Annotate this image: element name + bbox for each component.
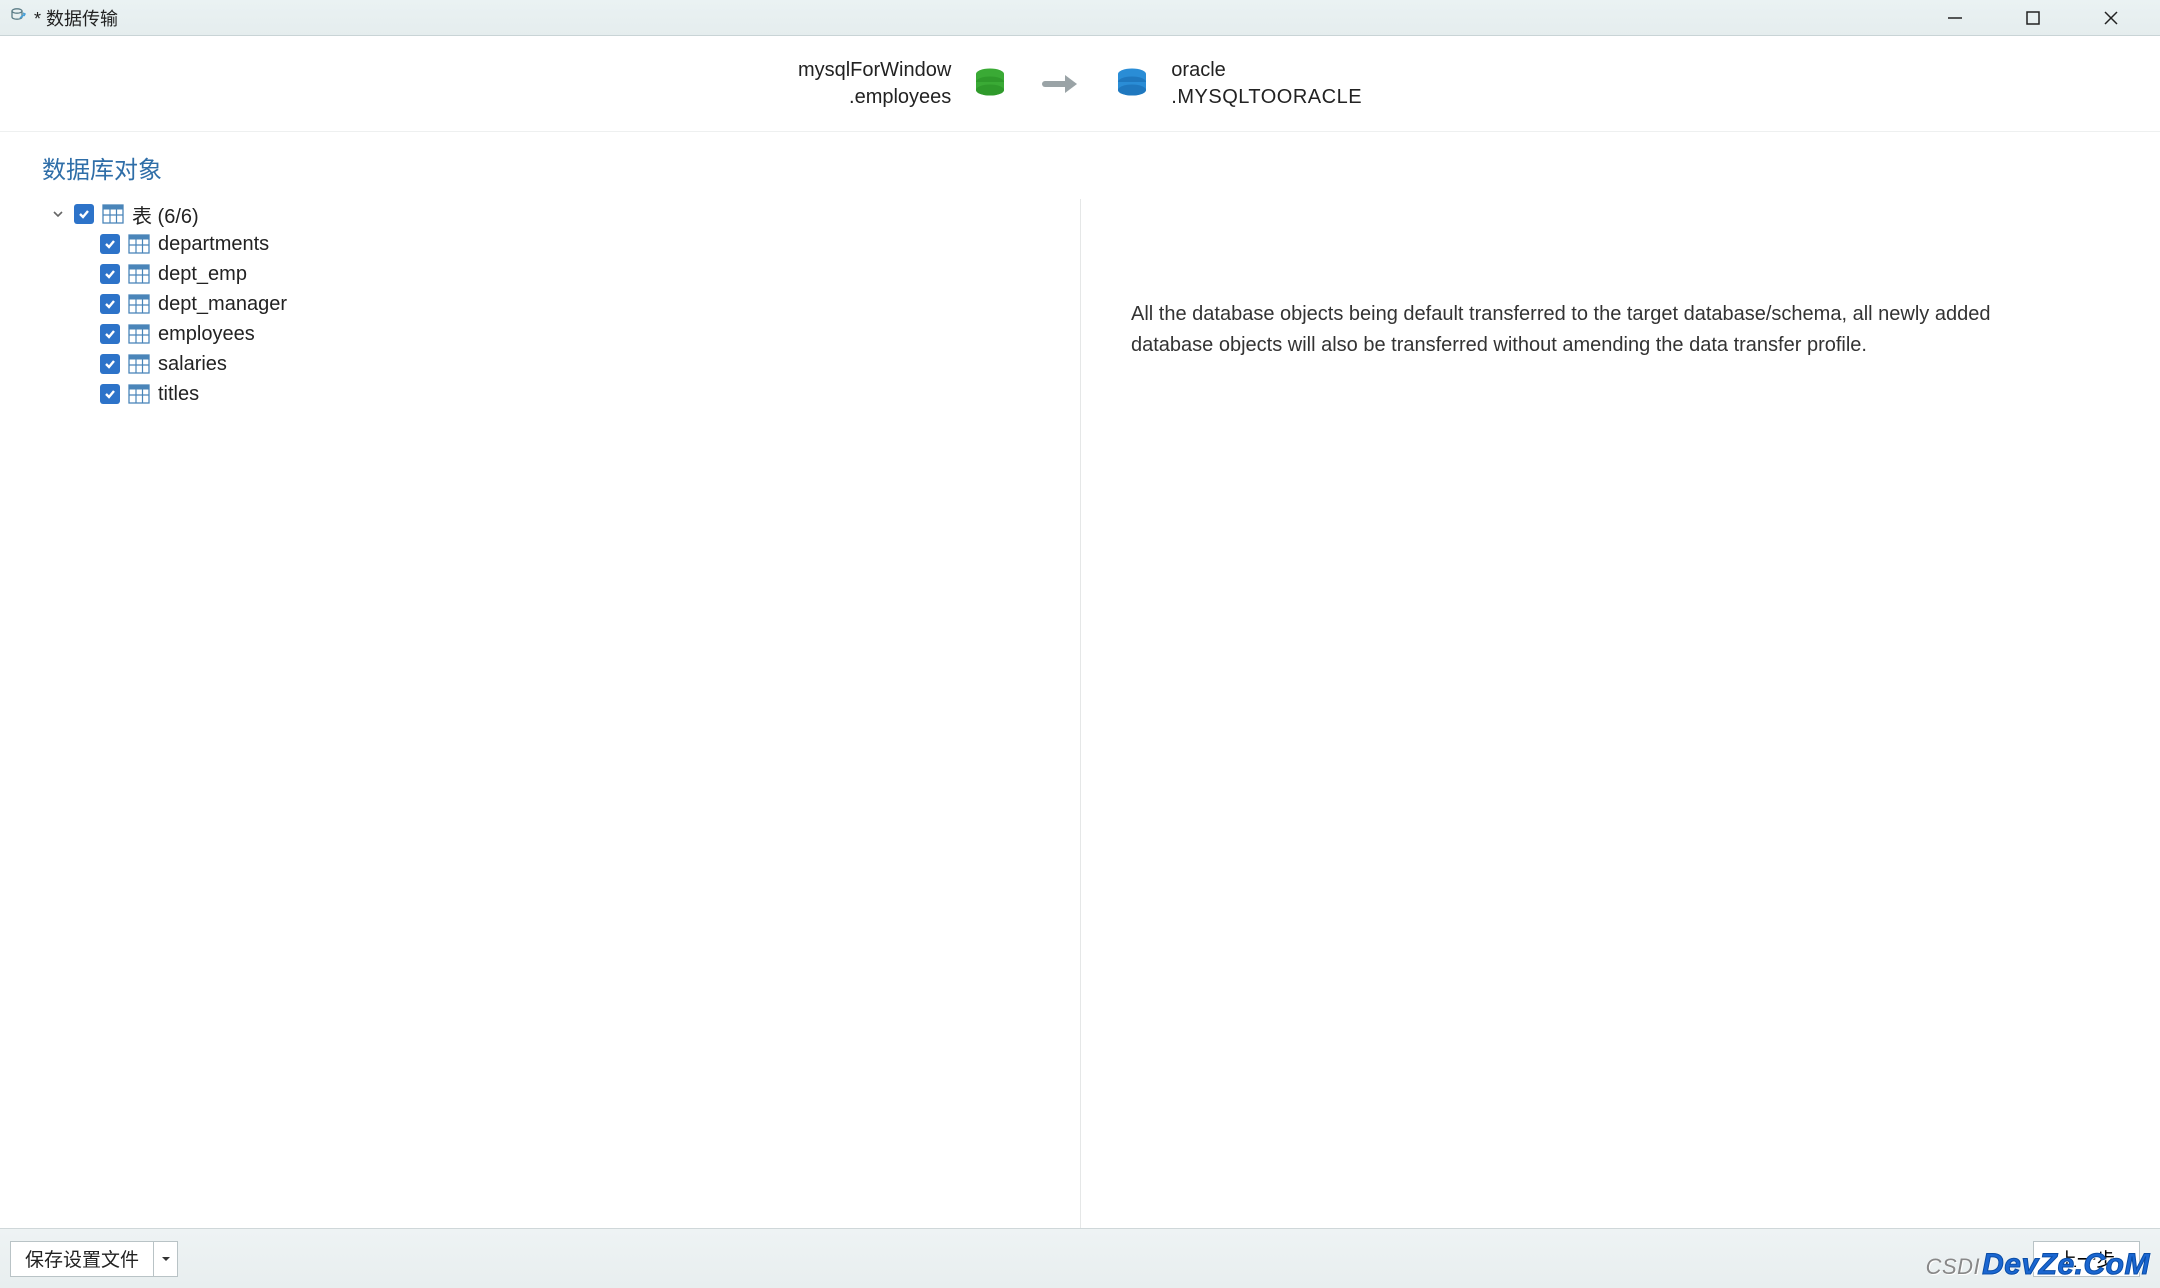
table-icon bbox=[128, 384, 150, 404]
info-panel: All the database objects being default t… bbox=[1080, 199, 2160, 1235]
checkbox[interactable] bbox=[100, 384, 120, 404]
save-profile-label: 保存设置文件 bbox=[11, 1245, 153, 1272]
tree-item[interactable]: salaries bbox=[100, 349, 1040, 379]
target-schema-name: .MYSQLTOORACLE bbox=[1171, 84, 1362, 111]
checkbox[interactable] bbox=[100, 234, 120, 254]
checkbox[interactable] bbox=[74, 204, 94, 224]
table-icon bbox=[102, 204, 124, 224]
table-icon bbox=[128, 354, 150, 374]
source-schema-name: .employees bbox=[798, 84, 951, 111]
previous-button[interactable]: 上一步 bbox=[2033, 1241, 2140, 1277]
tree-item[interactable]: titles bbox=[100, 379, 1040, 409]
table-icon bbox=[128, 264, 150, 284]
tree-item-label: salaries bbox=[158, 353, 227, 376]
footer: 保存设置文件 上一步 bbox=[0, 1228, 2160, 1288]
window-title: * 数据传输 bbox=[34, 5, 118, 31]
save-profile-button[interactable]: 保存设置文件 bbox=[10, 1241, 178, 1277]
oracle-db-icon bbox=[1111, 63, 1153, 105]
object-tree-panel: 表 (6/6) departments dept_emp dept_manage… bbox=[0, 199, 1080, 1235]
tree-item-label: titles bbox=[158, 383, 199, 406]
table-icon bbox=[128, 234, 150, 254]
source-connection: mysqlForWindow .employees bbox=[798, 57, 1011, 111]
object-tree: 表 (6/6) departments dept_emp dept_manage… bbox=[50, 199, 1040, 409]
titlebar: * 数据传输 bbox=[0, 0, 2160, 36]
checkbox[interactable] bbox=[100, 354, 120, 374]
tree-item-label: dept_emp bbox=[158, 263, 247, 286]
minimize-button[interactable] bbox=[1928, 0, 1982, 36]
tree-item[interactable]: departments bbox=[100, 229, 1040, 259]
section-title: 数据库对象 bbox=[0, 132, 2160, 199]
chevron-down-icon[interactable] bbox=[50, 206, 66, 222]
checkbox[interactable] bbox=[100, 264, 120, 284]
checkbox[interactable] bbox=[100, 294, 120, 314]
target-connection-name: oracle bbox=[1171, 57, 1362, 84]
tree-item[interactable]: dept_emp bbox=[100, 259, 1040, 289]
tree-item-label: dept_manager bbox=[158, 293, 287, 316]
tree-item-label: employees bbox=[158, 323, 255, 346]
checkbox[interactable] bbox=[100, 324, 120, 344]
table-icon bbox=[128, 324, 150, 344]
table-icon bbox=[128, 294, 150, 314]
source-connection-name: mysqlForWindow bbox=[798, 57, 951, 84]
target-connection: oracle .MYSQLTOORACLE bbox=[1111, 57, 1362, 111]
maximize-button[interactable] bbox=[2006, 0, 2060, 36]
tree-group-label: 表 (6/6) bbox=[132, 200, 199, 229]
tree-item[interactable]: dept_manager bbox=[100, 289, 1040, 319]
tree-tables-group[interactable]: 表 (6/6) bbox=[50, 199, 1040, 229]
dropdown-arrow-icon[interactable] bbox=[153, 1242, 177, 1276]
close-button[interactable] bbox=[2084, 0, 2138, 36]
tree-item[interactable]: employees bbox=[100, 319, 1040, 349]
info-text: All the database objects being default t… bbox=[1131, 299, 2051, 361]
transfer-arrow-icon bbox=[1041, 69, 1081, 99]
tree-item-label: departments bbox=[158, 233, 269, 256]
mysql-db-icon bbox=[969, 63, 1011, 105]
window-controls bbox=[1928, 0, 2156, 36]
connection-header: mysqlForWindow .employees bbox=[0, 36, 2160, 132]
app-icon bbox=[10, 6, 28, 29]
